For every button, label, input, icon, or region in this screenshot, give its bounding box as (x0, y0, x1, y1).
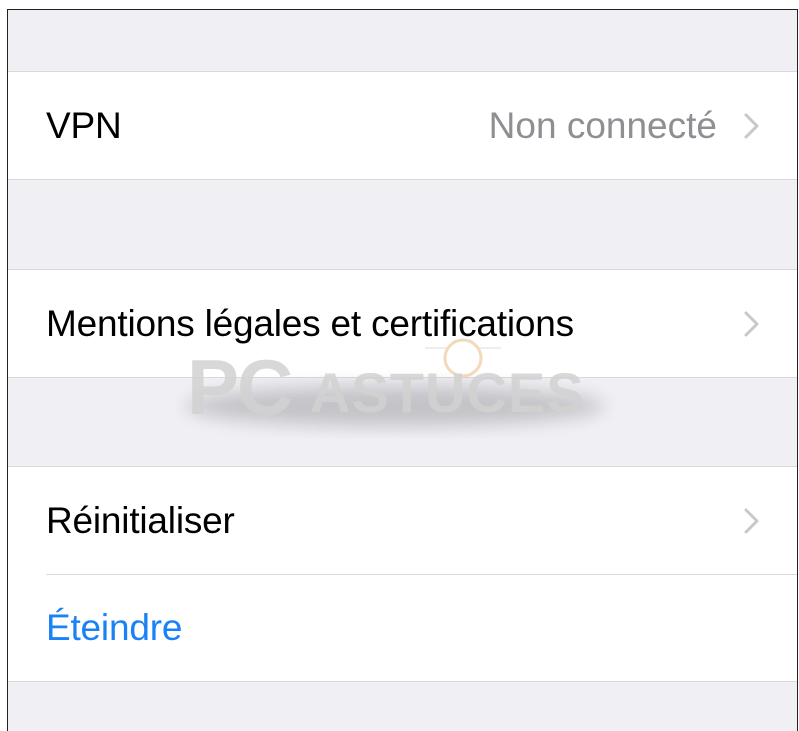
vpn-row[interactable]: VPN Non connecté (8, 72, 797, 179)
reset-label: Réinitialiser (46, 499, 235, 541)
legal-label: Mentions légales et certifications (46, 302, 574, 344)
shutdown-label[interactable]: Éteindre (46, 607, 182, 649)
reset-row[interactable]: Réinitialiser (8, 467, 797, 574)
legal-section: Mentions légales et certifications (8, 269, 797, 378)
chevron-right-icon (744, 113, 759, 138)
vpn-section: VPN Non connecté (8, 71, 797, 180)
reset-section: Réinitialiser Éteindre (8, 466, 797, 682)
vpn-label: VPN (46, 104, 122, 146)
legal-row[interactable]: Mentions légales et certifications (8, 270, 797, 377)
chevron-right-icon (744, 311, 759, 336)
settings-list: VPN Non connecté Mentions légales et cer… (7, 9, 798, 731)
shutdown-row[interactable]: Éteindre (8, 574, 797, 681)
vpn-status: Non connecté (488, 104, 717, 146)
chevron-right-icon (744, 508, 759, 533)
